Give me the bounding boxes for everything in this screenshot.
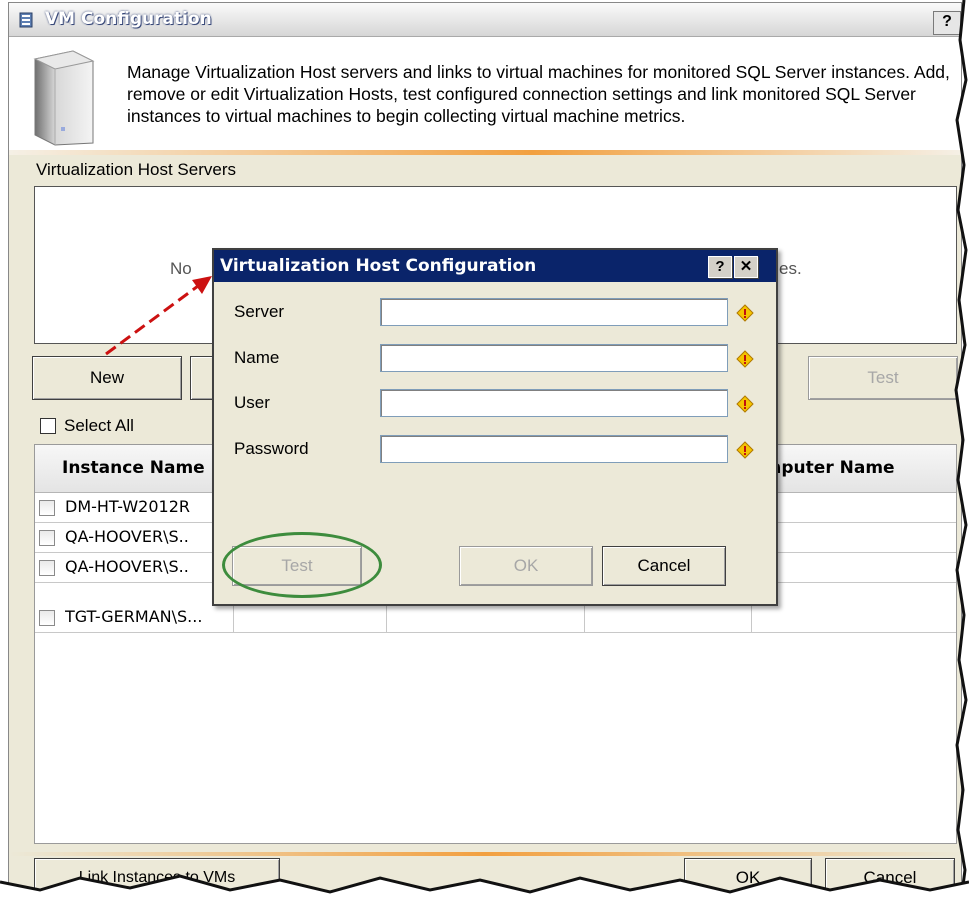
row-checkbox[interactable] xyxy=(39,560,55,576)
row-instance-name: QA-HOOVER\S.. xyxy=(65,557,189,576)
dialog-close-button[interactable]: ✕ xyxy=(734,256,758,278)
column-header-instance-name[interactable]: Instance Name xyxy=(62,458,205,478)
torn-edge-right xyxy=(954,0,969,909)
row-checkbox[interactable] xyxy=(39,530,55,546)
hosts-section-label: Virtualization Host Servers xyxy=(36,160,236,179)
annotation-arrow-icon xyxy=(105,276,212,356)
select-all-checkbox[interactable] xyxy=(40,418,56,434)
torn-edge-bottom xyxy=(0,874,969,909)
password-label: Password xyxy=(234,439,309,458)
dialog-cancel-button[interactable]: Cancel xyxy=(602,546,726,586)
column-divider xyxy=(386,603,387,632)
name-warning-icon xyxy=(736,350,754,368)
column-divider xyxy=(584,603,585,632)
row-checkbox[interactable] xyxy=(39,610,55,626)
new-host-button[interactable]: New xyxy=(32,356,182,400)
row-checkbox[interactable] xyxy=(39,500,55,516)
footer-accent-line xyxy=(9,852,961,856)
name-label: Name xyxy=(234,348,280,367)
dialog-help-button[interactable]: ? xyxy=(708,256,732,278)
window-titlebar: VM Configuration ? xyxy=(9,3,961,37)
dialog-titlebar: Virtualization Host Configuration ? ✕ xyxy=(214,250,776,282)
user-input[interactable] xyxy=(380,389,728,417)
column-divider xyxy=(233,603,234,632)
server-icon xyxy=(33,50,95,146)
header-accent-line xyxy=(9,150,961,155)
header-panel: Manage Virtualization Host servers and l… xyxy=(9,37,961,153)
header-description: Manage Virtualization Host servers and l… xyxy=(127,62,950,126)
user-label: User xyxy=(234,393,270,412)
table-row[interactable]: TGT-GERMAN\S... xyxy=(35,603,956,633)
password-input[interactable] xyxy=(380,435,728,463)
test-button-highlight-ellipse xyxy=(222,532,382,598)
row-instance-name: DM-HT-W2012R xyxy=(65,497,191,516)
server-label: Server xyxy=(234,302,285,321)
window-title: VM Configuration xyxy=(45,9,212,29)
server-warning-icon xyxy=(736,304,754,322)
server-input[interactable] xyxy=(380,298,728,326)
row-instance-name: QA-HOOVER\S.. xyxy=(65,527,189,546)
dialog-ok-button[interactable]: OK xyxy=(459,546,593,586)
name-input[interactable] xyxy=(380,344,728,372)
user-warning-icon xyxy=(736,395,754,413)
column-header-computer-name[interactable]: omputer Name xyxy=(752,458,952,478)
row-instance-name: TGT-GERMAN\S... xyxy=(65,607,203,626)
dialog-title: Virtualization Host Configuration xyxy=(220,256,537,276)
window-app-icon xyxy=(19,12,33,28)
select-all-label: Select All xyxy=(64,416,134,435)
column-divider xyxy=(751,603,752,632)
password-warning-icon xyxy=(736,441,754,459)
hosts-empty-text-end: es. xyxy=(779,259,802,278)
